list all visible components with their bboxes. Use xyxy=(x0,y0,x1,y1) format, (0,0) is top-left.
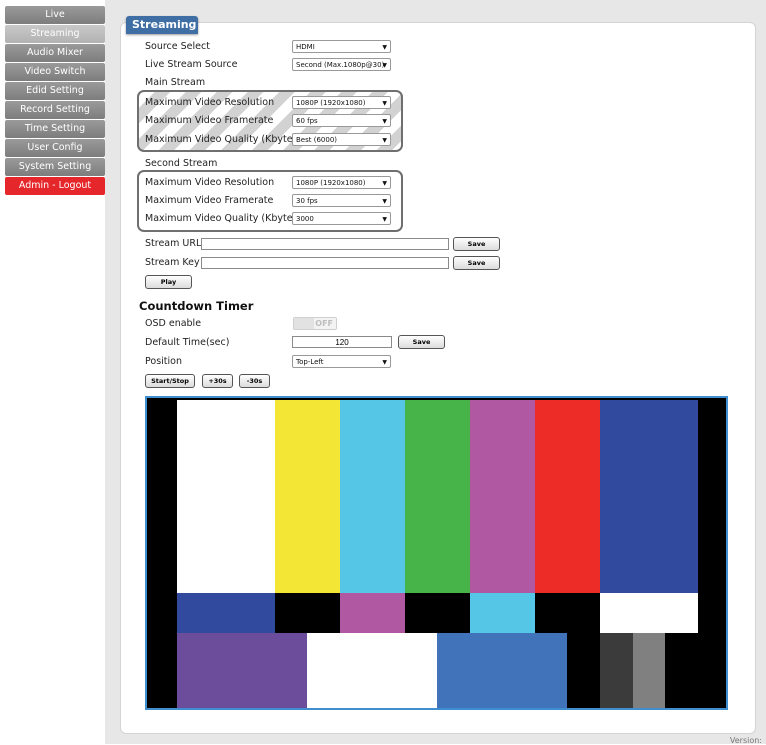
default-time-input[interactable] xyxy=(292,336,392,348)
dropdown-arrow-icon: ▼ xyxy=(382,100,387,107)
second-framerate-select[interactable]: 30 fps ▼ xyxy=(292,194,391,207)
mid-bar-cyan xyxy=(470,593,535,633)
main-quality-value: Best (6000) xyxy=(296,136,338,144)
live-stream-source-label: Live Stream Source xyxy=(145,59,238,70)
main-resolution-select[interactable]: 1080P (1920x1080) ▼ xyxy=(292,96,391,109)
second-resolution-label: Maximum Video Resolution xyxy=(145,177,275,188)
bottom-bar-blue xyxy=(437,633,567,708)
logout-button[interactable]: Admin - Logout xyxy=(5,177,105,195)
second-quality-label: Maximum Video Quality (Kbyte) xyxy=(145,213,297,224)
osd-enable-label: OSD enable xyxy=(145,318,202,329)
osd-toggle-state: OFF xyxy=(315,319,333,328)
sidebar-item-time-setting[interactable]: Time Setting xyxy=(5,120,105,138)
bottom-bar-white xyxy=(307,633,437,708)
sidebar-item-live[interactable]: Live xyxy=(5,6,105,24)
source-select-label: Source Select xyxy=(145,41,210,52)
dropdown-arrow-icon: ▼ xyxy=(382,44,387,51)
dropdown-arrow-icon: ▼ xyxy=(382,180,387,187)
toggle-knob xyxy=(294,318,314,329)
sidebar-item-audio-mixer[interactable]: Audio Mixer xyxy=(5,44,105,62)
main-quality-label: Maximum Video Quality (Kbyte) xyxy=(145,134,297,145)
color-bar-white xyxy=(177,400,275,593)
minus-30s-button[interactable]: -30s xyxy=(239,374,270,388)
position-select[interactable]: Top-Left ▼ xyxy=(292,355,391,368)
start-stop-button[interactable]: Start/Stop xyxy=(145,374,195,388)
dropdown-arrow-icon: ▼ xyxy=(382,118,387,125)
mid-bar-blue xyxy=(177,593,275,633)
position-label: Position xyxy=(145,356,182,367)
sidebar-item-system-setting[interactable]: System Setting xyxy=(5,158,105,176)
main-resolution-label: Maximum Video Resolution xyxy=(145,97,275,108)
color-bar-red xyxy=(535,400,600,593)
main-quality-select[interactable]: Best (6000) ▼ xyxy=(292,133,391,146)
sidebar-nav: Live Streaming Audio Mixer Video Switch … xyxy=(5,6,105,196)
dropdown-arrow-icon: ▼ xyxy=(382,198,387,205)
color-bar-yellow xyxy=(275,400,340,593)
dropdown-arrow-icon: ▼ xyxy=(382,359,387,366)
second-stream-label: Second Stream xyxy=(145,158,218,169)
plus-30s-button[interactable]: +30s xyxy=(202,374,233,388)
sidebar-item-edid-setting[interactable]: Edid Setting xyxy=(5,82,105,100)
default-time-label: Default Time(sec) xyxy=(145,337,230,348)
stream-url-input[interactable] xyxy=(201,238,449,250)
position-value: Top-Left xyxy=(296,358,324,366)
page-title: Streaming xyxy=(126,16,198,34)
dropdown-arrow-icon: ▼ xyxy=(382,62,387,69)
main-resolution-value: 1080P (1920x1080) xyxy=(296,99,366,107)
video-preview xyxy=(145,396,728,710)
main-framerate-select[interactable]: 60 fps ▼ xyxy=(292,114,391,127)
mid-bar-white xyxy=(600,593,698,633)
bottom-bar-dark-gray xyxy=(600,633,633,708)
color-bar-magenta xyxy=(470,400,535,593)
sidebar-item-streaming[interactable]: Streaming xyxy=(5,25,105,43)
main-stream-label: Main Stream xyxy=(145,77,206,88)
stream-key-save-button[interactable]: Save xyxy=(453,256,500,270)
color-bar-green xyxy=(405,400,470,593)
stream-key-input[interactable] xyxy=(201,257,449,269)
sidebar-item-record-setting[interactable]: Record Setting xyxy=(5,101,105,119)
live-stream-source-select[interactable]: Second (Max.1080p@30) ▼ xyxy=(292,58,391,71)
stream-key-label: Stream Key xyxy=(145,257,200,268)
color-bar-cyan xyxy=(340,400,405,593)
dropdown-arrow-icon: ▼ xyxy=(382,216,387,223)
second-framerate-value: 30 fps xyxy=(296,197,318,205)
source-select[interactable]: HDMI ▼ xyxy=(292,40,391,53)
second-resolution-value: 1080P (1920x1080) xyxy=(296,179,366,187)
default-time-save-button[interactable]: Save xyxy=(398,335,445,349)
bottom-bar-gray xyxy=(633,633,665,708)
main-framerate-label: Maximum Video Framerate xyxy=(145,115,274,126)
color-bar-blue xyxy=(600,400,698,593)
play-button[interactable]: Play xyxy=(145,275,192,289)
second-quality-value: 3000 xyxy=(296,215,314,223)
osd-toggle[interactable]: OFF xyxy=(293,317,337,330)
source-select-value: HDMI xyxy=(296,43,315,51)
sidebar-item-user-config[interactable]: User Config xyxy=(5,139,105,157)
dropdown-arrow-icon: ▼ xyxy=(382,137,387,144)
countdown-timer-title: Countdown Timer xyxy=(139,299,254,313)
mid-bar-magenta xyxy=(340,593,405,633)
live-stream-source-value: Second (Max.1080p@30) xyxy=(296,61,385,69)
stream-url-save-button[interactable]: Save xyxy=(453,237,500,251)
main-framerate-value: 60 fps xyxy=(296,117,318,125)
second-resolution-select[interactable]: 1080P (1920x1080) ▼ xyxy=(292,176,391,189)
bottom-bar-purple xyxy=(177,633,307,708)
second-quality-select[interactable]: 3000 ▼ xyxy=(292,212,391,225)
stream-url-label: Stream URL xyxy=(145,238,202,249)
sidebar-item-video-switch[interactable]: Video Switch xyxy=(5,63,105,81)
second-framerate-label: Maximum Video Framerate xyxy=(145,195,274,206)
